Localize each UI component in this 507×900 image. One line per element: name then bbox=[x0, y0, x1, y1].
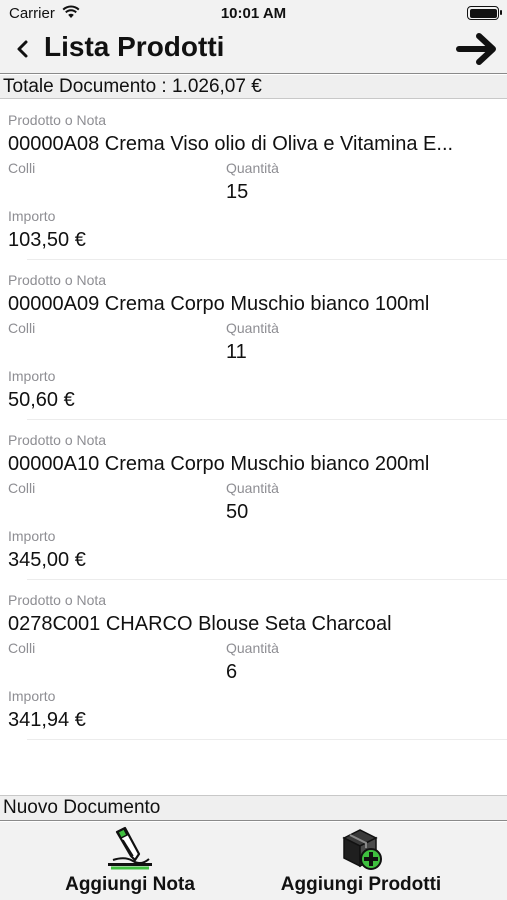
colli-label: Colli bbox=[8, 160, 36, 176]
add-products-label: Aggiungi Prodotti bbox=[280, 874, 442, 895]
product-label: Prodotto o Nota bbox=[8, 592, 107, 608]
colli-label: Colli bbox=[8, 320, 36, 336]
quantity-value: 11 bbox=[226, 341, 247, 363]
add-note-label: Aggiungi Nota bbox=[65, 874, 195, 895]
quantity-value: 50 bbox=[226, 501, 249, 523]
status-time: 10:01 AM bbox=[220, 5, 287, 22]
product-value: 00000A08 Crema Viso olio di Oliva e Vita… bbox=[8, 133, 454, 155]
amount-label: Importo bbox=[8, 208, 56, 224]
colli-label: Colli bbox=[8, 480, 36, 496]
chevron-left-icon[interactable] bbox=[12, 36, 32, 62]
product-list: Prodotto o Nota 00000A08 Crema Viso olio… bbox=[0, 100, 507, 740]
list-item[interactable]: Prodotto o Nota 00000A08 Crema Viso olio… bbox=[0, 100, 507, 260]
quantity-label: Quantità bbox=[226, 480, 279, 496]
product-value: 00000A09 Crema Corpo Muschio bianco 100m… bbox=[8, 293, 430, 315]
quantity-label: Quantità bbox=[226, 320, 279, 336]
product-label: Prodotto o Nota bbox=[8, 112, 107, 128]
amount-value: 341,94 € bbox=[8, 709, 86, 731]
pencil-note-icon bbox=[50, 826, 210, 872]
quantity-label: Quantità bbox=[226, 640, 279, 656]
amount-label: Importo bbox=[8, 688, 56, 704]
quantity-value: 15 bbox=[226, 181, 249, 203]
navigation-bar: Lista Prodotti bbox=[0, 28, 507, 74]
document-total: Totale Documento : 1.026,07 € bbox=[0, 75, 507, 99]
product-value: 0278C001 CHARCO Blouse Seta Charcoal bbox=[8, 613, 392, 635]
product-label: Prodotto o Nota bbox=[8, 432, 107, 448]
product-value: 00000A10 Crema Corpo Muschio bianco 200m… bbox=[8, 453, 430, 475]
box-add-icon bbox=[266, 826, 456, 872]
status-bar: Carrier 10:01 AM bbox=[0, 0, 507, 28]
amount-value: 345,00 € bbox=[8, 549, 86, 571]
amount-value: 103,50 € bbox=[8, 229, 86, 251]
page-title: Lista Prodotti bbox=[44, 31, 225, 62]
list-item[interactable]: Prodotto o Nota 00000A10 Crema Corpo Mus… bbox=[0, 420, 507, 580]
quantity-value: 6 bbox=[226, 661, 238, 683]
amount-label: Importo bbox=[8, 368, 56, 384]
quantity-label: Quantità bbox=[226, 160, 279, 176]
add-products-button[interactable]: Aggiungi Prodotti bbox=[266, 822, 456, 900]
amount-value: 50,60 € bbox=[8, 389, 75, 411]
list-item[interactable]: Prodotto o Nota 0278C001 CHARCO Blouse S… bbox=[0, 580, 507, 740]
bottom-toolbar: Aggiungi Nota Aggiungi Prodotti bbox=[0, 822, 507, 900]
product-label: Prodotto o Nota bbox=[8, 272, 107, 288]
list-item[interactable]: Prodotto o Nota 00000A09 Crema Corpo Mus… bbox=[0, 260, 507, 420]
add-note-button[interactable]: Aggiungi Nota bbox=[50, 822, 210, 900]
new-document-header: Nuovo Documento bbox=[0, 795, 507, 821]
colli-label: Colli bbox=[8, 640, 36, 656]
arrow-right-icon[interactable] bbox=[455, 30, 499, 68]
battery-icon bbox=[467, 6, 502, 20]
amount-label: Importo bbox=[8, 528, 56, 544]
